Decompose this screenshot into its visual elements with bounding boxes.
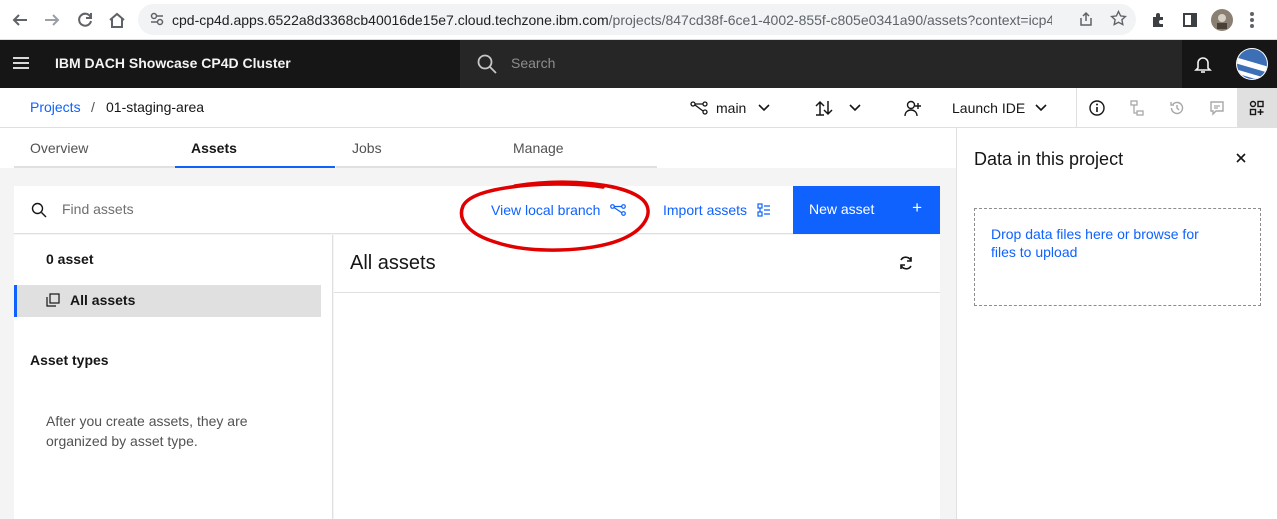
hamburger-menu-icon[interactable] bbox=[12, 55, 30, 71]
import-icon bbox=[757, 203, 771, 217]
breadcrumb-projects-link[interactable]: Projects bbox=[30, 99, 81, 115]
tab-overview[interactable]: Overview bbox=[14, 128, 175, 168]
all-assets-filter[interactable]: All assets bbox=[14, 285, 321, 317]
tab-jobs[interactable]: Jobs bbox=[336, 128, 497, 168]
project-toolbar: Projects / 01-staging-area main Launch I… bbox=[0, 88, 1277, 128]
side-panel-title: Data in this project bbox=[974, 149, 1124, 169]
hierarchy-icon[interactable] bbox=[1117, 88, 1157, 127]
git-branch-icon bbox=[690, 101, 708, 115]
url-text: cpd-cp4d.apps.6522a8d3368cb40016de15e7.c… bbox=[172, 12, 1052, 28]
branch-selector[interactable]: main bbox=[690, 88, 770, 128]
chevron-down-icon bbox=[1035, 104, 1047, 112]
view-local-branch-label: View local branch bbox=[491, 202, 601, 218]
all-assets-label: All assets bbox=[70, 292, 136, 308]
tune-icon[interactable] bbox=[150, 12, 164, 26]
search-icon bbox=[31, 202, 47, 218]
home-icon[interactable] bbox=[105, 8, 129, 32]
search-placeholder: Search bbox=[511, 55, 556, 71]
sync-icon[interactable] bbox=[813, 88, 835, 128]
data-in-project-panel: Data in this project Drop data files her… bbox=[956, 128, 1277, 519]
assets-list-pane: All assets bbox=[334, 235, 940, 519]
side-panel-toolbar bbox=[1076, 88, 1277, 128]
header-actions bbox=[1182, 40, 1277, 88]
assets-list-header: All assets bbox=[334, 235, 940, 293]
tab-assets[interactable]: Assets bbox=[175, 128, 335, 168]
app-header: IBM DACH Showcase CP4D Cluster Search bbox=[0, 40, 1277, 88]
history-icon[interactable] bbox=[1157, 88, 1197, 127]
file-dropzone[interactable]: Drop data files here or browse for files… bbox=[974, 208, 1261, 306]
launch-ide-label: Launch IDE bbox=[952, 100, 1026, 116]
new-asset-button[interactable]: New asset + bbox=[793, 186, 940, 234]
new-asset-label: New asset bbox=[809, 201, 875, 217]
star-icon[interactable] bbox=[1110, 10, 1127, 27]
back-icon[interactable] bbox=[8, 8, 32, 32]
user-avatar[interactable] bbox=[1235, 47, 1269, 81]
address-bar[interactable]: cpd-cp4d.apps.6522a8d3368cb40016de15e7.c… bbox=[138, 4, 1136, 35]
copy-icon bbox=[46, 293, 60, 307]
view-local-branch-button[interactable]: View local branch bbox=[491, 186, 627, 234]
empty-asset-types-note: After you create assets, they are organi… bbox=[46, 413, 248, 449]
find-assets-input[interactable]: Find assets bbox=[62, 201, 134, 217]
app-title[interactable]: IBM DACH Showcase CP4D Cluster bbox=[55, 55, 291, 71]
profile-avatar[interactable] bbox=[1210, 8, 1234, 32]
asset-types-heading: Asset types bbox=[30, 352, 109, 368]
chevron-down-icon bbox=[758, 104, 770, 112]
asset-count: 0 asset bbox=[46, 251, 94, 267]
assets-toolbar: Find assets View local branch Import ass… bbox=[14, 186, 940, 234]
refresh-icon[interactable] bbox=[898, 255, 914, 271]
sidepanel-icon[interactable] bbox=[1178, 8, 1202, 32]
close-icon[interactable] bbox=[1235, 152, 1247, 164]
browser-toolbar: cpd-cp4d.apps.6522a8d3368cb40016de15e7.c… bbox=[0, 0, 1277, 40]
breadcrumb-current: 01-staging-area bbox=[106, 99, 205, 115]
add-collaborator-icon[interactable] bbox=[902, 88, 924, 128]
share-icon[interactable] bbox=[1078, 11, 1094, 27]
more-vert-icon[interactable] bbox=[1240, 8, 1264, 32]
assets-list-title: All assets bbox=[350, 252, 436, 274]
tab-manage[interactable]: Manage bbox=[497, 128, 657, 168]
notification-bell-icon[interactable] bbox=[1193, 54, 1213, 74]
breadcrumb-separator: / bbox=[91, 99, 95, 115]
extensions-icon[interactable] bbox=[1146, 8, 1170, 32]
reload-icon[interactable] bbox=[73, 8, 97, 32]
git-branch-icon bbox=[610, 204, 627, 216]
launch-ide-dropdown[interactable]: Launch IDE bbox=[952, 88, 1047, 128]
data-panel-icon[interactable] bbox=[1237, 88, 1277, 127]
comment-icon[interactable] bbox=[1197, 88, 1237, 127]
global-search[interactable]: Search bbox=[460, 40, 1182, 88]
sync-menu-chevron-icon[interactable] bbox=[845, 88, 865, 128]
import-assets-button[interactable]: Import assets bbox=[663, 186, 771, 234]
forward-icon[interactable] bbox=[40, 8, 64, 32]
import-assets-label: Import assets bbox=[663, 202, 748, 218]
asset-filter-panel: 0 asset All assets Asset types After you… bbox=[14, 235, 333, 519]
branch-name: main bbox=[716, 100, 747, 116]
info-icon[interactable] bbox=[1077, 88, 1117, 127]
search-icon bbox=[477, 54, 497, 74]
plus-icon: + bbox=[912, 198, 922, 217]
dropzone-text: Drop data files here or browse for files… bbox=[991, 226, 1199, 260]
